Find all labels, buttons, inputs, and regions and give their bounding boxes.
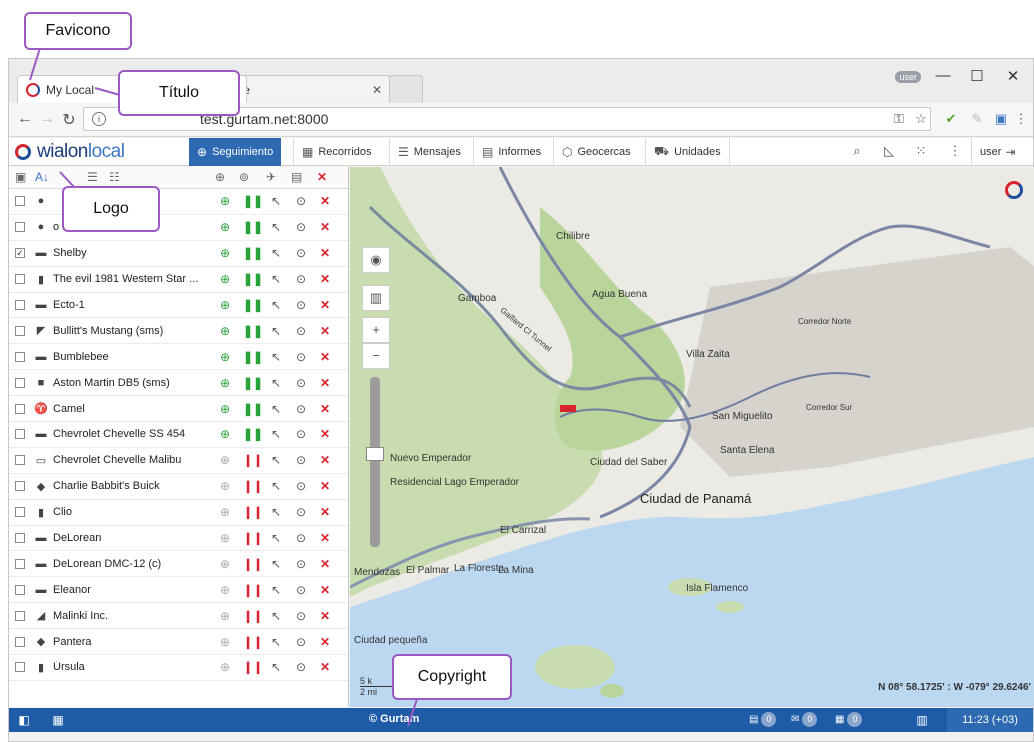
callout-copyright-label: Copyright bbox=[417, 668, 487, 685]
callout-title-label: Título bbox=[158, 84, 199, 101]
callout-favicon-label: Favicono bbox=[45, 22, 111, 39]
callout-logo: Logo bbox=[62, 186, 160, 232]
callout-copyright: Copyright bbox=[392, 654, 512, 700]
callout-title: Título bbox=[118, 70, 240, 116]
callout-logo-label: Logo bbox=[93, 200, 129, 217]
callout-favicon: Favicono bbox=[24, 12, 132, 50]
